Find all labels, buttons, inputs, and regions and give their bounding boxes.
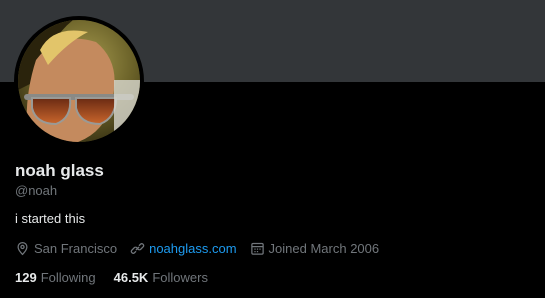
location-item: San Francisco	[15, 241, 117, 256]
following-link[interactable]: 129 Following	[15, 270, 96, 285]
website-link[interactable]: noahglass.com	[149, 241, 236, 256]
link-icon	[130, 242, 145, 254]
profile-meta: San Francisco noahglass.com Joined March…	[15, 239, 392, 257]
followers-label: Followers	[152, 269, 208, 285]
avatar[interactable]	[14, 16, 144, 146]
followers-link[interactable]: 46.5K Followers	[114, 270, 208, 285]
display-name: noah glass	[15, 161, 104, 180]
following-label: Following	[40, 269, 96, 285]
website-item[interactable]: noahglass.com	[130, 241, 237, 256]
followers-count: 46.5K	[113, 269, 149, 285]
avatar-photo	[18, 20, 140, 142]
profile-stats: 129 Following 46.5K Followers	[15, 268, 226, 286]
username-handle: @noah	[15, 183, 58, 198]
location-text: San Francisco	[34, 240, 118, 256]
calendar-icon	[250, 242, 264, 255]
location-pin-icon	[17, 241, 28, 255]
following-count: 129	[15, 269, 37, 285]
joined-date: Joined March 2006	[268, 240, 380, 256]
profile-bio: i started this	[15, 211, 86, 226]
joined-item: Joined March 2006	[250, 240, 380, 256]
